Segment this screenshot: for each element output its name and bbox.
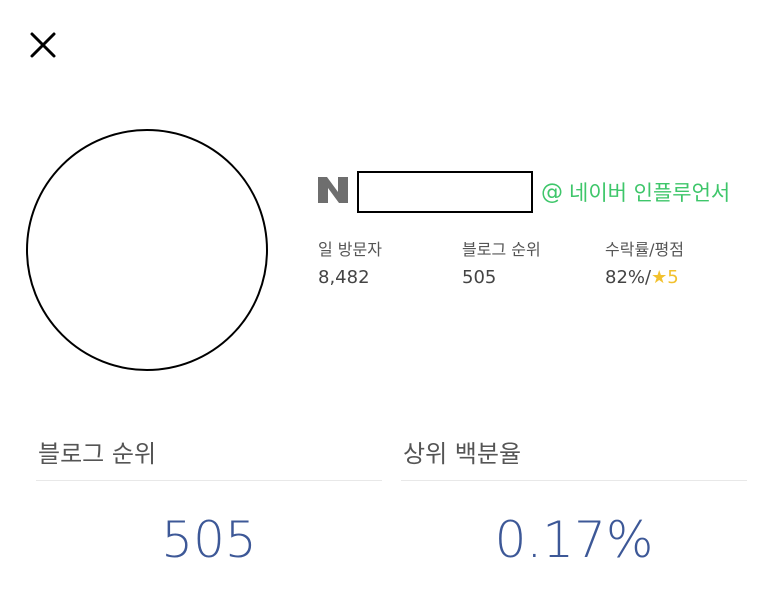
acceptance-rate: 82%/ bbox=[605, 267, 652, 288]
divider bbox=[36, 480, 382, 481]
rating-value: 5 bbox=[667, 267, 679, 288]
star-icon: ★ bbox=[651, 267, 668, 288]
stat-label: 일 방문자 bbox=[318, 240, 382, 259]
divider bbox=[401, 480, 747, 481]
panel-title: 블로그 순위 bbox=[38, 440, 157, 468]
influencer-label: 네이버 인플루언서 bbox=[569, 181, 731, 205]
blog-name-field bbox=[357, 171, 533, 213]
stat-blog-rank: 블로그 순위 505 bbox=[462, 236, 541, 288]
stat-daily-visitors: 일 방문자 8,482 bbox=[318, 236, 382, 288]
stat-value: 82%/★5 bbox=[605, 267, 684, 288]
panel-value: 0.17% bbox=[494, 511, 654, 569]
blog-rank-panel: 블로그 순위 505 bbox=[36, 436, 382, 569]
close-icon bbox=[30, 32, 56, 58]
profile-header: @ 네이버 인플루언서 bbox=[316, 168, 730, 216]
naver-logo-icon bbox=[316, 175, 350, 205]
avatar bbox=[26, 129, 268, 371]
stat-acceptance-rating: 수락률/평점 82%/★5 bbox=[605, 236, 684, 288]
stat-label: 수락률/평점 bbox=[605, 240, 684, 259]
close-button[interactable] bbox=[28, 30, 60, 62]
stat-label: 블로그 순위 bbox=[462, 240, 541, 259]
stat-value: 505 bbox=[462, 267, 497, 288]
at-icon: @ bbox=[541, 179, 563, 205]
panel-title: 상위 백분율 bbox=[403, 440, 522, 468]
percentile-panel: 상위 백분율 0.17% bbox=[401, 436, 747, 569]
panel-value: 505 bbox=[161, 511, 257, 569]
naver-influencer-link[interactable]: @ 네이버 인플루언서 bbox=[541, 177, 730, 207]
stat-value: 8,482 bbox=[318, 267, 370, 288]
